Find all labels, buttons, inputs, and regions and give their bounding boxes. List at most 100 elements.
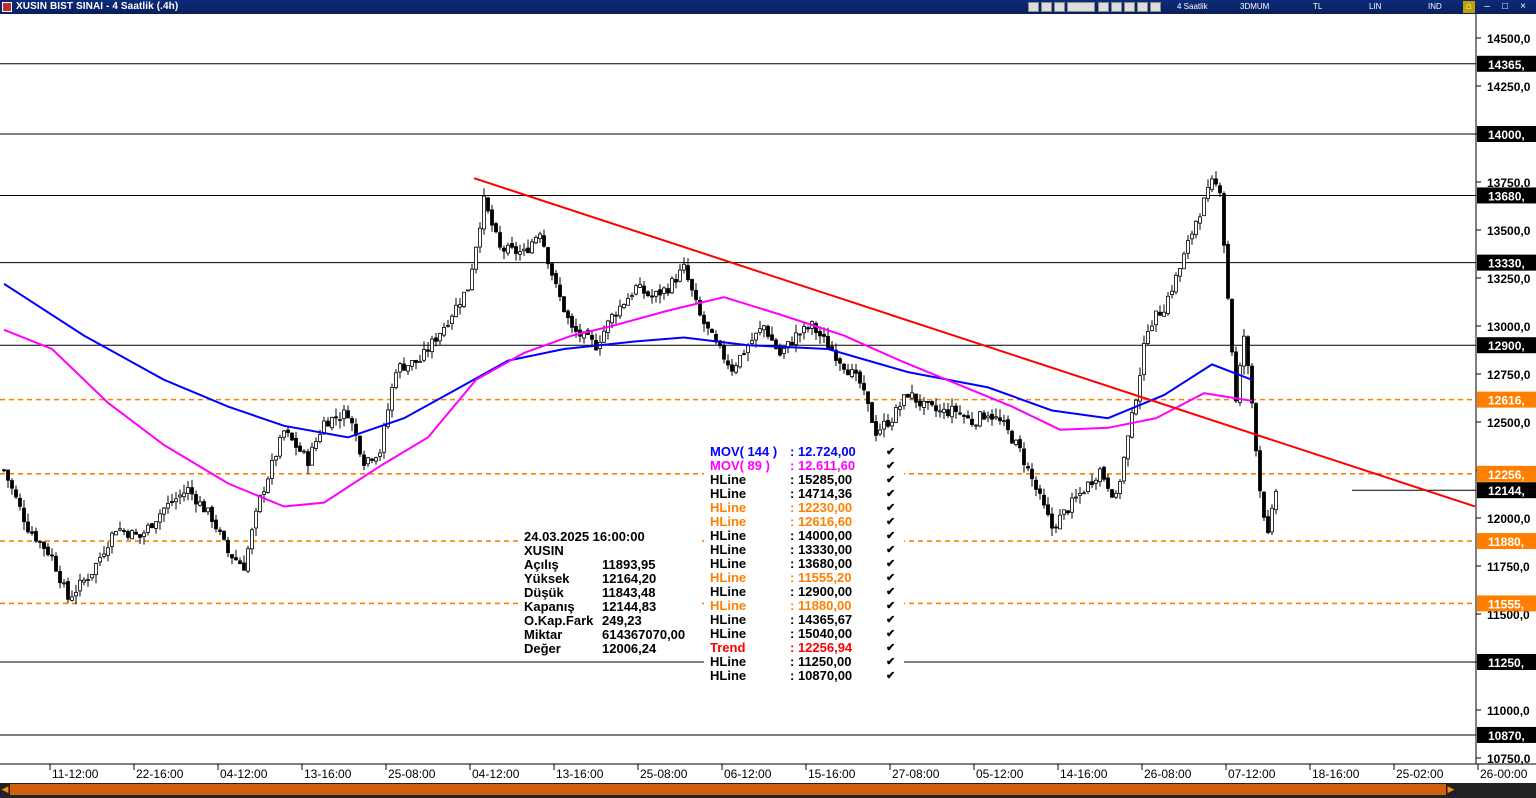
toolbar-settings-icon[interactable] xyxy=(1028,2,1039,12)
legend-row[interactable]: HLine: 12900,00 ✔ xyxy=(706,585,895,599)
candle-body[interactable] xyxy=(398,363,402,373)
legend-row[interactable]: HLine: 13680,00 ✔ xyxy=(706,557,895,571)
candle-body[interactable] xyxy=(434,337,438,342)
candle-body[interactable] xyxy=(618,305,622,317)
candle-body[interactable] xyxy=(1094,479,1098,484)
candle-body[interactable] xyxy=(982,412,986,420)
legend-row[interactable]: HLine: 14000,00 ✔ xyxy=(706,529,895,543)
candle-body[interactable] xyxy=(870,402,874,423)
pin-icon[interactable]: ⌂ xyxy=(1463,1,1475,13)
candle-body[interactable] xyxy=(394,372,398,388)
legend-row[interactable]: HLine: 11250,00 ✔ xyxy=(706,655,895,669)
visibility-check-icon[interactable]: ✔ xyxy=(886,571,895,585)
candle-body[interactable] xyxy=(170,501,174,503)
candle-body[interactable] xyxy=(1226,243,1230,299)
candle-body[interactable] xyxy=(530,241,534,254)
toolbar-ind-label[interactable]: IND xyxy=(1428,2,1442,11)
candle-body[interactable] xyxy=(318,434,322,442)
candle-body[interactable] xyxy=(1170,290,1174,296)
toolbar-period-label[interactable]: 4 Saatlik xyxy=(1177,2,1208,11)
candle-body[interactable] xyxy=(1182,253,1186,270)
candle-body[interactable] xyxy=(206,507,210,513)
candle-body[interactable] xyxy=(1050,513,1054,529)
candle-body[interactable] xyxy=(34,531,38,542)
maximize-icon[interactable]: □ xyxy=(1499,1,1511,13)
candle-body[interactable] xyxy=(666,288,670,294)
candle-body[interactable] xyxy=(762,325,766,331)
candle-body[interactable] xyxy=(450,315,454,324)
candle-body[interactable] xyxy=(646,291,650,297)
candle-body[interactable] xyxy=(1230,298,1234,353)
candle-body[interactable] xyxy=(286,429,290,434)
candle-body[interactable] xyxy=(1262,491,1266,518)
candle-body[interactable] xyxy=(110,532,114,547)
candle-body[interactable] xyxy=(358,435,362,455)
candle-body[interactable] xyxy=(974,424,978,427)
candle-body[interactable] xyxy=(494,223,498,233)
visibility-check-icon[interactable]: ✔ xyxy=(886,655,895,669)
candle-body[interactable] xyxy=(958,412,962,415)
candle-body[interactable] xyxy=(334,416,338,419)
candle-body[interactable] xyxy=(118,528,122,531)
candle-body[interactable] xyxy=(306,451,310,466)
candle-body[interactable] xyxy=(446,324,450,327)
candle-body[interactable] xyxy=(30,531,34,534)
toolbar-scale-label[interactable]: LIN xyxy=(1369,2,1381,11)
candle-body[interactable] xyxy=(1114,492,1118,498)
candle-body[interactable] xyxy=(910,392,914,399)
candle-body[interactable] xyxy=(630,295,634,298)
candle-body[interactable] xyxy=(954,405,958,412)
visibility-check-icon[interactable]: ✔ xyxy=(886,669,895,683)
candle-body[interactable] xyxy=(758,328,762,333)
candle-body[interactable] xyxy=(1014,439,1018,446)
candle-body[interactable] xyxy=(62,582,66,585)
toolbar-print-icon[interactable] xyxy=(1054,2,1065,12)
candle-body[interactable] xyxy=(674,279,678,283)
candle-body[interactable] xyxy=(1046,504,1050,515)
scroll-right-icon[interactable]: ▶ xyxy=(1446,784,1456,795)
candle-body[interactable] xyxy=(746,345,750,354)
candle-body[interactable] xyxy=(1066,510,1070,514)
candle-body[interactable] xyxy=(1086,481,1090,492)
candle-body[interactable] xyxy=(254,510,258,529)
candle-body[interactable] xyxy=(78,579,82,592)
visibility-check-icon[interactable]: ✔ xyxy=(886,473,895,487)
candle-body[interactable] xyxy=(98,557,102,563)
candle-body[interactable] xyxy=(214,519,218,530)
candle-body[interactable] xyxy=(498,232,502,248)
candle-body[interactable] xyxy=(1158,311,1162,316)
candle-body[interactable] xyxy=(1210,178,1214,190)
candle-body[interactable] xyxy=(70,596,74,601)
candle-body[interactable] xyxy=(330,417,334,429)
candle-body[interactable] xyxy=(1042,494,1046,506)
toolbar-layout-icon[interactable] xyxy=(1150,2,1161,12)
candle-body[interactable] xyxy=(550,263,554,276)
candle-body[interactable] xyxy=(686,265,690,281)
candle-body[interactable] xyxy=(1010,430,1014,444)
candle-body[interactable] xyxy=(86,579,90,581)
candle-body[interactable] xyxy=(602,330,606,343)
candle-body[interactable] xyxy=(1110,489,1114,498)
visibility-check-icon[interactable]: ✔ xyxy=(886,585,895,599)
visibility-check-icon[interactable]: ✔ xyxy=(886,515,895,529)
candle-body[interactable] xyxy=(874,421,878,436)
candle-body[interactable] xyxy=(1102,466,1106,480)
candle-body[interactable] xyxy=(654,290,658,297)
candle-body[interactable] xyxy=(866,391,870,404)
candle-body[interactable] xyxy=(338,419,342,421)
candle-body[interactable] xyxy=(26,521,30,533)
candle-body[interactable] xyxy=(486,197,490,212)
candle-body[interactable] xyxy=(558,284,562,298)
candle-body[interactable] xyxy=(546,247,550,265)
candle-body[interactable] xyxy=(66,581,70,600)
visibility-check-icon[interactable]: ✔ xyxy=(886,641,895,655)
scroll-left-icon[interactable]: ◀ xyxy=(0,784,10,795)
candle-body[interactable] xyxy=(174,498,178,503)
candle-body[interactable] xyxy=(1194,220,1198,236)
candle-body[interactable] xyxy=(934,405,938,412)
candle-body[interactable] xyxy=(662,287,666,294)
toolbar-draw-icon[interactable] xyxy=(1111,2,1122,12)
candle-body[interactable] xyxy=(278,437,282,457)
visibility-check-icon[interactable]: ✔ xyxy=(886,543,895,557)
legend-row[interactable]: HLine: 12230,00 ✔ xyxy=(706,501,895,515)
